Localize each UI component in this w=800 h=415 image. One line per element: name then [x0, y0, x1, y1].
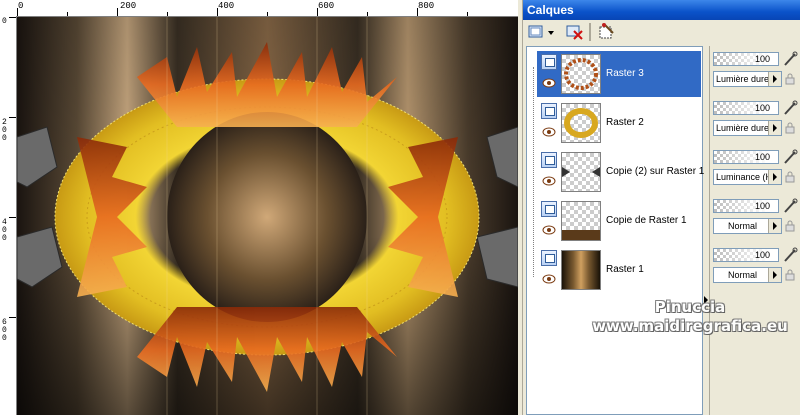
delete-layer-icon [566, 25, 583, 40]
dropdown-arrow-icon [768, 170, 781, 184]
layer-name: Raster 1 [606, 264, 644, 275]
blend-mode-dropdown[interactable]: Normal [713, 267, 782, 283]
blend-mode-value: Lumière dure [716, 123, 770, 133]
layers-palette: Calques Raster 3 Raster 2 Copie (2) sur … [522, 0, 800, 415]
ruler-label: 600 [2, 318, 7, 343]
opacity-slider[interactable]: 100 [713, 101, 779, 115]
ruler-label: 0 [18, 1, 24, 11]
blend-mode-value: Normal [728, 270, 758, 280]
opacity-value: 100 [754, 103, 770, 113]
ruler-vertical: 0 200 400 600 [0, 16, 17, 415]
opacity-slider[interactable]: 100 [713, 150, 779, 164]
blend-mode-dropdown[interactable]: Lumière dure [713, 71, 782, 87]
blend-mode-dropdown[interactable]: Normal [713, 218, 782, 234]
layer-name: Raster 2 [606, 117, 644, 128]
opacity-value: 100 [754, 250, 770, 260]
layer-props-raster-2: 100 Lumière dure [713, 99, 799, 145]
layer-group-icon[interactable] [541, 152, 557, 168]
ruler-label: 400 [218, 1, 235, 11]
watermark-url: www.maidiregrafica.eu [592, 317, 788, 335]
artwork-image [17, 17, 518, 415]
new-layer-icon [528, 25, 554, 38]
layer-properties-button[interactable] [597, 23, 617, 41]
brush-icon[interactable] [782, 100, 798, 116]
properties-icon [599, 23, 614, 39]
dropdown-arrow-icon [768, 72, 781, 86]
layer-thumbnail [561, 152, 601, 192]
layer-thumbnail [561, 54, 601, 94]
layer-name: Raster 3 [606, 68, 644, 79]
opacity-slider[interactable]: 100 [713, 199, 779, 213]
opacity-slider[interactable]: 100 [713, 248, 779, 262]
eye-icon[interactable] [542, 175, 556, 187]
eye-icon[interactable] [542, 126, 556, 138]
lock-icon[interactable] [784, 73, 796, 85]
layer-row-raster-2[interactable]: Raster 2 [537, 100, 701, 146]
lock-icon[interactable] [784, 220, 796, 232]
blend-mode-value: Lumière dure [716, 74, 770, 84]
ruler-label: 200 [2, 118, 7, 143]
layer-thumbnail [561, 201, 601, 241]
layer-group-icon[interactable] [541, 250, 557, 266]
blend-mode-value: Luminance (H) [716, 172, 776, 182]
blend-mode-dropdown[interactable]: Lumière dure [713, 120, 782, 136]
ruler-label: 400 [2, 218, 7, 243]
layer-row-copie-2-raster-1[interactable]: Copie (2) sur Raster 1 [537, 149, 705, 195]
layer-group-icon[interactable] [541, 103, 557, 119]
ruler-horizontal: 0 200 400 600 800 [0, 0, 518, 17]
dropdown-arrow-icon [768, 219, 781, 233]
layer-props-raster-3: 100 Lumière dure [713, 50, 799, 96]
blend-mode-dropdown[interactable]: Luminance (H) [713, 169, 782, 185]
brush-icon[interactable] [782, 247, 798, 263]
lock-icon[interactable] [784, 122, 796, 134]
brush-icon[interactable] [782, 51, 798, 67]
layer-group-icon[interactable] [541, 54, 557, 70]
opacity-value: 100 [754, 201, 770, 211]
layer-props-raster-1: 100 Normal [713, 246, 799, 292]
brush-icon[interactable] [782, 198, 798, 214]
watermark: Pinuccia www.maidiregrafica.eu [575, 298, 800, 336]
ruler-label: 200 [120, 1, 137, 11]
new-layer-button[interactable] [527, 23, 557, 41]
ruler-label: 0 [2, 17, 7, 26]
opacity-value: 100 [754, 54, 770, 64]
layer-thumbnail [561, 250, 601, 290]
layer-props-copie-raster-1: 100 Normal [713, 197, 799, 243]
layer-properties-column: 100 Lumière dure 100 Lumière dure 100 Lu… [709, 46, 800, 415]
layer-group-icon[interactable] [541, 201, 557, 217]
watermark-author: Pinuccia [654, 298, 726, 316]
eye-icon[interactable] [542, 273, 556, 285]
opacity-slider[interactable]: 100 [713, 52, 779, 66]
layer-name: Copie de Raster 1 [606, 215, 687, 226]
eye-icon[interactable] [542, 77, 556, 89]
opacity-value: 100 [754, 152, 770, 162]
layer-row-copie-raster-1[interactable]: Copie de Raster 1 [537, 198, 701, 244]
blend-mode-value: Normal [728, 221, 758, 231]
image-canvas-window[interactable]: 0 200 400 600 800 0 200 400 600 [0, 0, 518, 415]
layer-props-copie-2-raster-1: 100 Luminance (H) [713, 148, 799, 194]
tree-line [533, 67, 534, 277]
layer-name: Copie (2) sur Raster 1 [606, 166, 705, 177]
layer-list[interactable]: Raster 3 Raster 2 Copie (2) sur Raster 1 [526, 46, 705, 415]
ruler-label: 600 [318, 1, 335, 11]
palette-toolbar [523, 20, 800, 44]
ruler-label: 800 [418, 1, 435, 11]
layer-row-raster-3[interactable]: Raster 3 [537, 51, 701, 97]
brush-icon[interactable] [782, 149, 798, 165]
palette-title: Calques [523, 0, 800, 20]
layer-row-raster-1[interactable]: Raster 1 [537, 247, 701, 293]
lock-icon[interactable] [784, 171, 796, 183]
toolbar-separator [589, 23, 591, 41]
layer-thumbnail [561, 103, 601, 143]
lock-icon[interactable] [784, 269, 796, 281]
delete-layer-button[interactable] [565, 23, 585, 41]
dropdown-arrow-icon [768, 121, 781, 135]
dropdown-arrow-icon [768, 268, 781, 282]
eye-icon[interactable] [542, 224, 556, 236]
